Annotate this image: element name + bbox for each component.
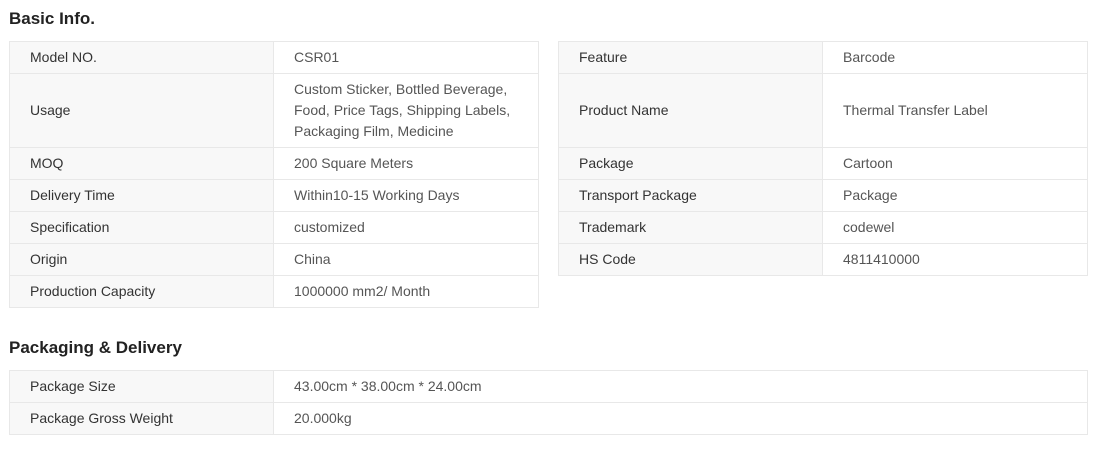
table-row: Delivery Time Within10-15 Working Days: [9, 179, 539, 212]
table-row: Specification customized: [9, 211, 539, 244]
spec-value: Barcode: [822, 41, 1088, 74]
basic-info-right-table: Feature Barcode Product Name Thermal Tra…: [558, 41, 1088, 276]
table-row: Package Cartoon: [558, 147, 1088, 180]
spec-value: Custom Sticker, Bottled Beverage, Food, …: [273, 73, 539, 148]
spec-label: Transport Package: [558, 179, 823, 212]
spec-value: Thermal Transfer Label: [822, 73, 1088, 148]
spec-value: customized: [273, 211, 539, 244]
table-row: Product Name Thermal Transfer Label: [558, 73, 1088, 148]
spec-value: China: [273, 243, 539, 276]
spec-value: 1000000 mm2/ Month: [273, 275, 539, 308]
spec-value: 20.000kg: [273, 402, 1088, 435]
spec-label: Specification: [9, 211, 274, 244]
spec-value: Within10-15 Working Days: [273, 179, 539, 212]
spec-label: Delivery Time: [9, 179, 274, 212]
spec-label: Package Size: [9, 370, 274, 403]
spec-label: MOQ: [9, 147, 274, 180]
packaging-delivery-table: Package Size 43.00cm * 38.00cm * 24.00cm…: [9, 370, 1088, 435]
table-row: Usage Custom Sticker, Bottled Beverage, …: [9, 73, 539, 148]
spec-label: Trademark: [558, 211, 823, 244]
packaging-delivery-title: Packaging & Delivery: [9, 338, 182, 357]
basic-info-title: Basic Info.: [9, 9, 95, 28]
spec-label: Package: [558, 147, 823, 180]
spec-label: HS Code: [558, 243, 823, 276]
spec-value: Package: [822, 179, 1088, 212]
table-row: Trademark codewel: [558, 211, 1088, 244]
spec-label: Usage: [9, 73, 274, 148]
spec-value: 200 Square Meters: [273, 147, 539, 180]
spec-value: CSR01: [273, 41, 539, 74]
spec-label: Feature: [558, 41, 823, 74]
table-row: Transport Package Package: [558, 179, 1088, 212]
spec-label: Production Capacity: [9, 275, 274, 308]
table-row: Origin China: [9, 243, 539, 276]
spec-value: Cartoon: [822, 147, 1088, 180]
table-row: Package Size 43.00cm * 38.00cm * 24.00cm: [9, 370, 1088, 403]
spec-value: 4811410000: [822, 243, 1088, 276]
spec-value: codewel: [822, 211, 1088, 244]
spec-label: Package Gross Weight: [9, 402, 274, 435]
spec-label: Origin: [9, 243, 274, 276]
table-row: Package Gross Weight 20.000kg: [9, 402, 1088, 435]
table-row: Model NO. CSR01: [9, 41, 539, 74]
table-row: Production Capacity 1000000 mm2/ Month: [9, 275, 539, 308]
table-row: Feature Barcode: [558, 41, 1088, 74]
spec-label: Product Name: [558, 73, 823, 148]
spec-label: Model NO.: [9, 41, 274, 74]
table-row: HS Code 4811410000: [558, 243, 1088, 276]
basic-info-left-table: Model NO. CSR01 Usage Custom Sticker, Bo…: [9, 41, 539, 308]
spec-value: 43.00cm * 38.00cm * 24.00cm: [273, 370, 1088, 403]
table-row: MOQ 200 Square Meters: [9, 147, 539, 180]
